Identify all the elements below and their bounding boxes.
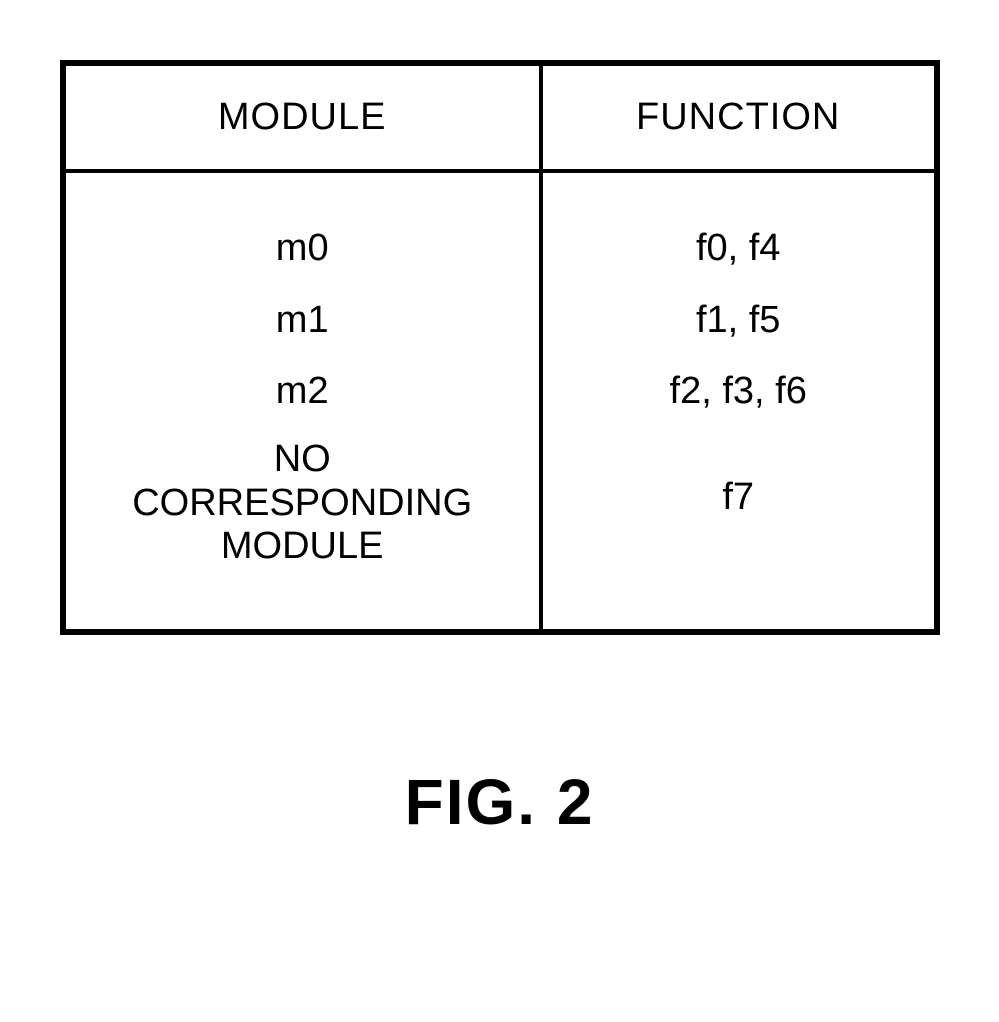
table-header-row: MODULE FUNCTION xyxy=(66,66,934,173)
figure-caption: FIG. 2 xyxy=(405,765,595,839)
table-row-module: m0 xyxy=(276,213,329,285)
table-body: m0 m1 m2 NOCORRESPONDINGMODULE f0, f4 f1… xyxy=(66,173,934,629)
table-row-module: m2 xyxy=(276,356,329,428)
table-row-function: f0, f4 xyxy=(696,213,781,285)
table-row-function: f1, f5 xyxy=(696,285,781,357)
table-row-module: NOCORRESPONDINGMODULE xyxy=(132,428,472,579)
table-row-function: f2, f3, f6 xyxy=(670,356,807,428)
header-module: MODULE xyxy=(66,66,543,169)
module-function-table: MODULE FUNCTION m0 m1 m2 NOCORRESPONDING… xyxy=(60,60,940,635)
table-row-module: m1 xyxy=(276,285,329,357)
function-column: f0, f4 f1, f5 f2, f3, f6 f7 xyxy=(543,173,934,629)
module-column: m0 m1 m2 NOCORRESPONDINGMODULE xyxy=(66,173,543,629)
table-row-function: f7 xyxy=(722,428,754,534)
header-function: FUNCTION xyxy=(543,66,934,169)
